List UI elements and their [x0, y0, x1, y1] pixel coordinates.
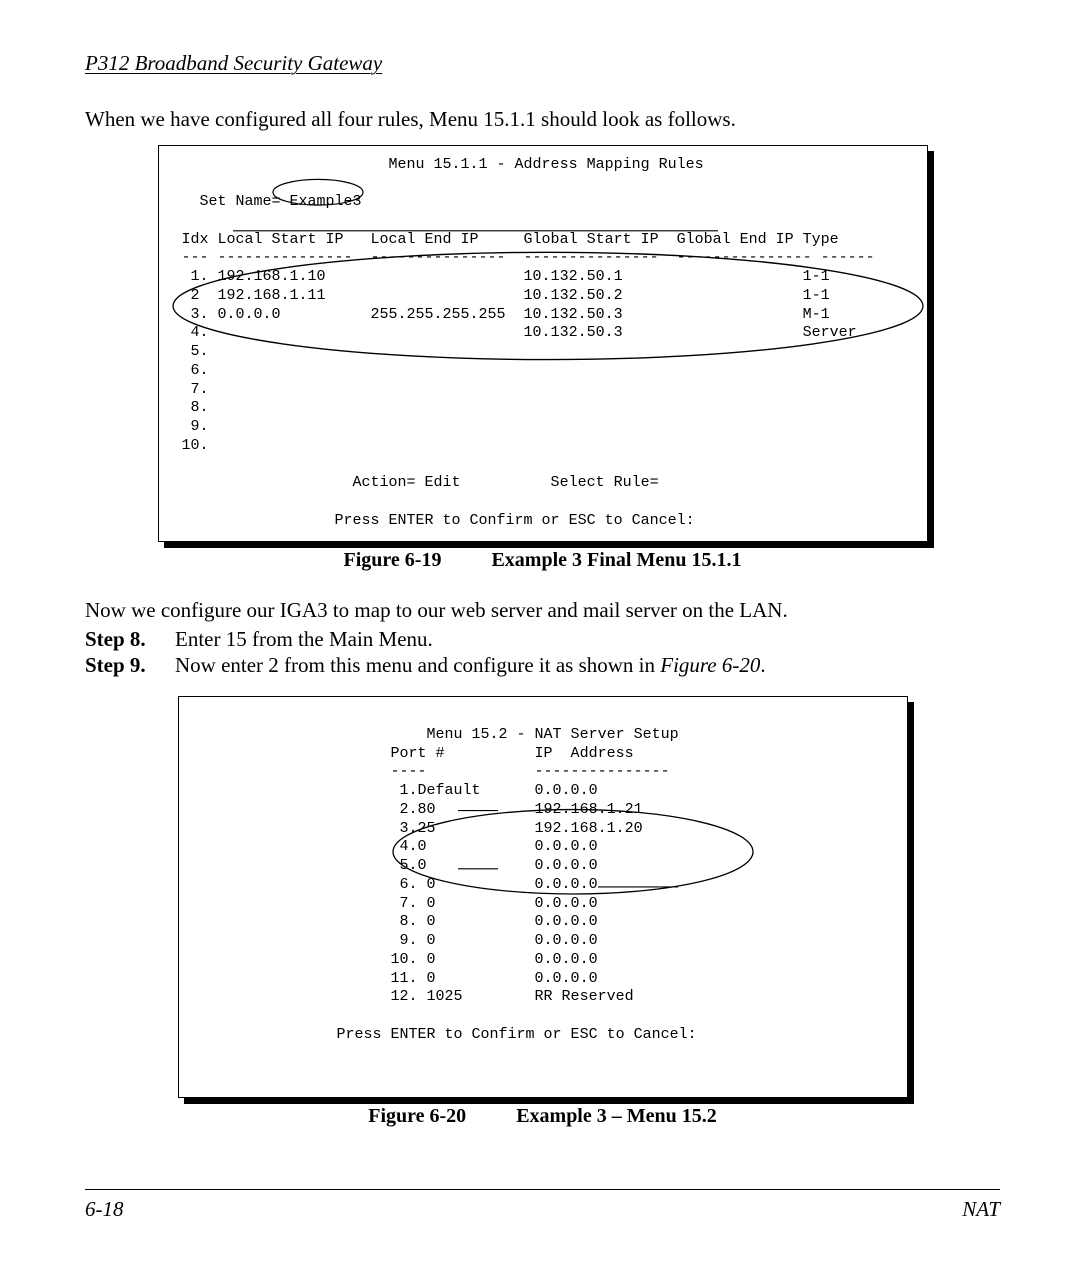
figure-6-19-caption: Figure 6-19 Example 3 Final Menu 15.1.1: [85, 548, 1000, 573]
figure-title: Example 3 – Menu 15.2: [516, 1105, 717, 1127]
figure-6-20-caption: Figure 6-20 Example 3 – Menu 15.2: [85, 1104, 1000, 1129]
page-footer: 6-18 NAT: [85, 1190, 1000, 1222]
section-name: NAT: [962, 1196, 1000, 1222]
running-header: P312 Broadband Security Gateway: [85, 50, 1000, 78]
step-row: Step 9.Now enter 2 from this menu and co…: [85, 653, 1000, 678]
step-label: Step 8.: [85, 627, 175, 652]
step-text: Enter 15 from the Main Menu.: [175, 627, 1000, 652]
page: P312 Broadband Security Gateway When we …: [0, 0, 1080, 1262]
figure-title: Example 3 Final Menu 15.1.1: [491, 549, 741, 571]
figure-6-19-terminal: Menu 15.1.1 - Address Mapping Rules Set …: [158, 145, 928, 542]
terminal-content: Menu 15.2 - NAT Server Setup Port # IP A…: [178, 696, 908, 1098]
step-label: Step 9.: [85, 653, 175, 678]
figure-6-20-terminal: Menu 15.2 - NAT Server Setup Port # IP A…: [178, 696, 908, 1098]
figure-number: Figure 6-20: [368, 1105, 466, 1127]
step-text: Now enter 2 from this menu and configure…: [175, 653, 1000, 678]
step-row: Step 8.Enter 15 from the Main Menu.: [85, 627, 1000, 652]
figure-number: Figure 6-19: [344, 549, 442, 571]
page-number: 6-18: [85, 1196, 124, 1222]
mid-paragraph: Now we configure our IGA3 to map to our …: [85, 597, 1000, 623]
intro-paragraph: When we have configured all four rules, …: [85, 106, 1000, 132]
steps-list: Step 8.Enter 15 from the Main Menu.Step …: [85, 627, 1000, 678]
terminal-content: Menu 15.1.1 - Address Mapping Rules Set …: [158, 145, 928, 542]
